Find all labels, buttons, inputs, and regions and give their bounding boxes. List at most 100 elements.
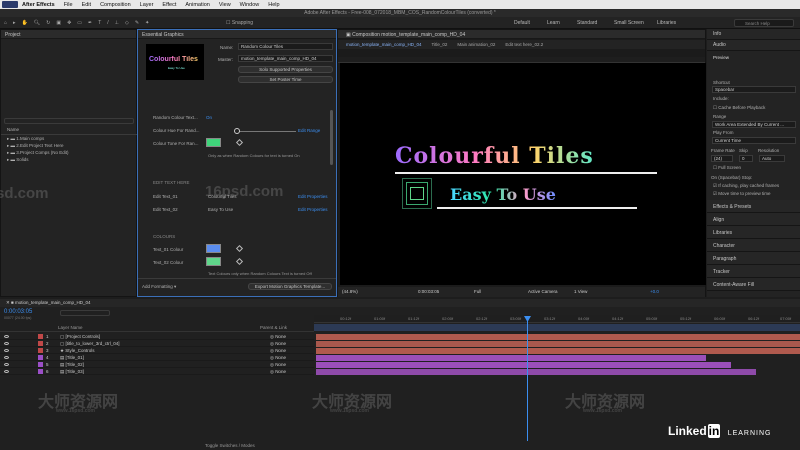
layer-bar[interactable] xyxy=(316,341,800,347)
roto-tool-icon[interactable]: ✎ xyxy=(135,20,139,26)
layer-name[interactable]: ▤ [Title_03] xyxy=(60,369,84,375)
layer-row[interactable]: 4 ▤ [Title_01] ◎ None xyxy=(0,354,314,361)
clone-tool-icon[interactable]: ⊥ xyxy=(115,20,119,26)
paragraph-panel[interactable]: Paragraph xyxy=(707,252,800,265)
effects-presets-panel[interactable]: Effects & Presets xyxy=(707,200,800,213)
hue-slider-track[interactable] xyxy=(236,131,296,132)
menu-edit[interactable]: Edit xyxy=(82,2,91,8)
visibility-icon[interactable] xyxy=(4,335,9,338)
eyedropper-icon[interactable] xyxy=(235,257,244,266)
resolution-select[interactable]: Full xyxy=(474,289,481,294)
range-select[interactable]: Work Area Extended By Current ... xyxy=(712,121,796,128)
brush-tool-icon[interactable]: / xyxy=(107,20,108,26)
visibility-icon[interactable] xyxy=(4,370,9,373)
play-from-select[interactable]: Current Time xyxy=(712,137,796,144)
project-item[interactable]: ▸ ▬ 1.Main comps xyxy=(7,136,44,142)
project-item[interactable]: ▸ ▬ Solids xyxy=(7,157,29,163)
menu-help[interactable]: Help xyxy=(268,2,279,8)
menu-layer[interactable]: Layer xyxy=(140,2,154,8)
shortcut-select[interactable]: Spacebar xyxy=(712,86,796,93)
layer-row[interactable]: 6 ▤ [Title_03] ◎ None xyxy=(0,368,314,375)
menu-animation[interactable]: Animation xyxy=(185,2,209,8)
hue-slider-handle[interactable] xyxy=(234,128,240,134)
set-poster-time-button[interactable]: Set Poster Time xyxy=(238,76,333,83)
on-stop-cached-checkbox[interactable]: ☑ If caching, play cached frames xyxy=(713,183,779,189)
camera-select[interactable]: Active Camera xyxy=(528,289,558,294)
zoom-tool-icon[interactable]: 🔍︎ xyxy=(34,20,40,26)
resolution-select[interactable]: Auto xyxy=(759,155,785,162)
random-colour-toggle[interactable]: On xyxy=(206,115,212,120)
hand-tool-icon[interactable]: ✋ xyxy=(22,20,28,26)
layer-bar[interactable] xyxy=(316,355,706,361)
comp-tab-title02[interactable]: Title_02 xyxy=(432,42,448,47)
timeline-search-input[interactable] xyxy=(60,310,110,316)
timeline-current-time[interactable]: 0:00:03:05 xyxy=(4,309,32,315)
project-item[interactable]: ▸ ▬ 3.Project Comps (No Edit) xyxy=(7,150,69,156)
menu-view[interactable]: View xyxy=(219,2,231,8)
align-panel[interactable]: Align xyxy=(707,213,800,226)
views-select[interactable]: 1 View xyxy=(574,289,587,294)
eyedropper-icon[interactable] xyxy=(235,244,244,253)
edit-properties-link[interactable]: Edit Properties xyxy=(298,194,328,199)
visibility-icon[interactable] xyxy=(4,363,9,366)
edit-properties-link[interactable]: Edit Properties xyxy=(298,207,328,212)
content-aware-fill-panel[interactable]: Content-Aware Fill xyxy=(707,278,800,291)
edit-range-link[interactable]: Edit Range xyxy=(298,128,320,133)
playhead-line[interactable] xyxy=(527,316,528,441)
pan-behind-tool-icon[interactable]: ✥ xyxy=(67,20,71,26)
eraser-tool-icon[interactable]: ◇ xyxy=(125,20,129,26)
comp-tab-edit-text[interactable]: Edit text here_02.2 xyxy=(505,42,543,47)
workspace-libraries[interactable]: Libraries xyxy=(657,20,676,26)
comp-tab-main[interactable]: motion_template_main_comp_HD_04 xyxy=(346,42,422,47)
project-search-input[interactable] xyxy=(4,118,134,124)
visibility-icon[interactable] xyxy=(4,349,9,352)
layer-row[interactable]: 2 ▢ [title_to_lower_3rd_ctrl_04] ◎ None xyxy=(0,340,314,347)
layer-bar[interactable] xyxy=(316,334,800,340)
workspace-standard[interactable]: Standard xyxy=(577,20,597,26)
character-panel[interactable]: Character xyxy=(707,239,800,252)
comp-tab-main-animation[interactable]: Main animation_02 xyxy=(457,42,495,47)
workspace-learn[interactable]: Learn xyxy=(547,20,560,26)
workspace-default[interactable]: Default xyxy=(514,20,530,26)
project-column-name[interactable]: Name xyxy=(7,127,19,132)
master-select[interactable]: motion_template_main_comp_HD_04 xyxy=(238,55,333,62)
layer-bar[interactable] xyxy=(316,369,756,375)
menu-window[interactable]: Window xyxy=(240,2,260,8)
project-item[interactable]: ▸ ▬ 2.Edit Project Text Here xyxy=(7,143,63,149)
rotate-tool-icon[interactable]: ↻ xyxy=(46,20,50,26)
time-ruler[interactable]: 00:12f 01:00f 01:12f 02:00f 02:12f 03:00… xyxy=(314,315,800,323)
text-01-colour-swatch[interactable] xyxy=(206,244,221,253)
visibility-icon[interactable] xyxy=(4,342,9,345)
cache-before-playback[interactable]: ☐ Cache Before Playback xyxy=(713,105,765,111)
visibility-icon[interactable] xyxy=(4,356,9,359)
pen-tool-icon[interactable]: ✒ xyxy=(88,20,92,26)
toggle-switches-modes[interactable]: Toggle Switches / Modes xyxy=(205,443,255,448)
layer-label-color[interactable] xyxy=(38,348,43,353)
timeline-comp-tab[interactable]: ✕ ■ motion_template_main_comp_HD_04 xyxy=(6,300,91,306)
layer-label-color[interactable] xyxy=(38,334,43,339)
frame-rate-select[interactable]: (24) xyxy=(711,155,733,162)
layer-label-color[interactable] xyxy=(38,341,43,346)
selection-tool-icon[interactable]: ▸ xyxy=(13,20,16,26)
layer-name-column[interactable]: Layer Name xyxy=(58,325,83,330)
on-stop-move-time-checkbox[interactable]: ☑ Move time to preview time xyxy=(713,191,771,197)
exposure-offset[interactable]: +0.0 xyxy=(650,289,659,294)
tracker-panel[interactable]: Tracker xyxy=(707,265,800,278)
app-menu[interactable]: After Effects xyxy=(22,2,55,8)
layer-label-color[interactable] xyxy=(38,362,43,367)
full-screen-checkbox[interactable]: ☐ Full Screen xyxy=(713,165,741,171)
layer-row[interactable]: 1 ▢ [Project Controls] ◎ None xyxy=(0,333,314,340)
composition-viewer[interactable]: Colourful Tiles Easy To Use xyxy=(340,63,706,285)
solo-supported-properties-button[interactable]: Solo Supported Properties xyxy=(238,66,333,73)
home-icon[interactable]: ⌂ xyxy=(4,20,7,26)
name-field[interactable]: Random Colour Tiles xyxy=(238,43,333,50)
layer-bar[interactable] xyxy=(316,348,800,354)
camera-tool-icon[interactable]: ▣ xyxy=(56,20,61,26)
menu-file[interactable]: File xyxy=(64,2,73,8)
type-tool-icon[interactable]: T xyxy=(98,20,101,26)
current-timecode[interactable]: 0:00:03:05 xyxy=(418,289,439,294)
rectangle-tool-icon[interactable]: ▭ xyxy=(77,20,82,26)
parent-link-column[interactable]: Parent & Link xyxy=(260,325,287,330)
eyedropper-icon[interactable] xyxy=(235,138,244,147)
colour-tone-swatch[interactable] xyxy=(206,138,221,147)
